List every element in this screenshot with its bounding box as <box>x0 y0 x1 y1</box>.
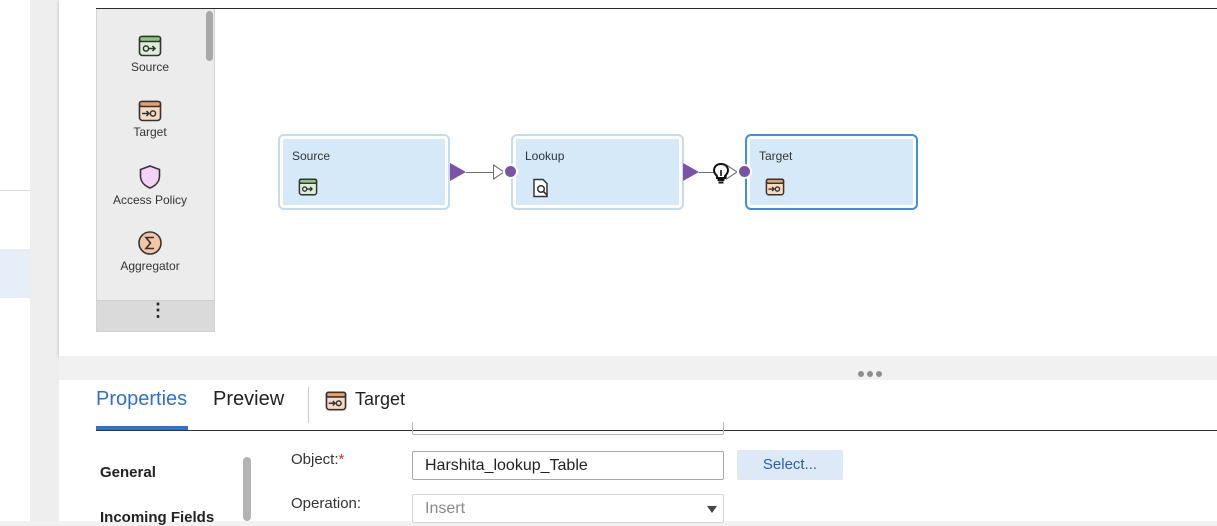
operation-label: Operation: <box>291 495 362 512</box>
palette-item-label: Access Policy <box>112 193 188 207</box>
node-lookup[interactable]: Lookup <box>511 134 684 210</box>
shield-icon <box>139 165 161 189</box>
lightbulb-icon[interactable] <box>711 162 731 184</box>
nav-incoming-fields[interactable]: Incoming Fields <box>100 509 214 526</box>
caret-down-icon <box>707 506 717 513</box>
gutter <box>30 0 59 521</box>
more-vertical-icon: ⋮ <box>149 300 167 320</box>
source-icon <box>298 178 318 196</box>
palette-item-label: Source <box>130 60 170 74</box>
previous-field[interactable] <box>412 422 724 435</box>
nav-general[interactable]: General <box>100 464 156 481</box>
node-source[interactable]: Source <box>278 134 450 210</box>
tab-separator <box>308 387 309 423</box>
select-object-button[interactable]: Select... <box>737 450 843 480</box>
nav-scrollbar[interactable] <box>243 457 251 521</box>
node-title: Source <box>292 149 331 163</box>
transformation-palette: Source Target Access Policy Aggregator ⋮ <box>96 9 215 332</box>
link-source-lookup <box>466 172 493 173</box>
object-label: Object:* <box>291 451 344 468</box>
palette-item-label: Aggregator <box>120 259 180 273</box>
source-output-port[interactable] <box>450 163 466 181</box>
node-title: Target <box>759 149 793 163</box>
palette-item-label: Target <box>133 125 167 139</box>
selected-object-name: Target <box>355 389 406 409</box>
tab-preview[interactable]: Preview <box>213 388 284 411</box>
lookup-input-port[interactable] <box>503 164 518 179</box>
operation-select[interactable]: Insert <box>412 494 724 523</box>
canvas-top-border <box>96 8 1217 9</box>
node-title: Lookup <box>525 149 565 163</box>
node-target[interactable]: Target <box>745 134 918 210</box>
target-icon <box>765 178 785 196</box>
palette-item-source[interactable]: Source <box>97 35 203 74</box>
operation-value: Insert <box>425 500 466 517</box>
lookup-icon <box>533 178 548 198</box>
target-icon <box>325 391 347 411</box>
target-input-port[interactable] <box>737 164 752 179</box>
lookup-output-port[interactable] <box>683 163 699 181</box>
palette-more-button[interactable]: ⋮ <box>97 300 214 331</box>
rail-active-item[interactable] <box>0 249 30 298</box>
palette-scrollbar[interactable] <box>206 11 213 61</box>
target-icon <box>138 100 162 122</box>
palette-item-access-policy[interactable]: Access Policy <box>97 164 203 207</box>
object-label-text: Object: <box>291 451 339 468</box>
object-field[interactable] <box>412 451 724 480</box>
source-icon <box>138 35 162 57</box>
panel-splitter[interactable] <box>59 356 1217 380</box>
rail-divider <box>0 190 30 191</box>
tab-properties[interactable]: Properties <box>96 388 187 411</box>
sigma-icon <box>138 231 162 255</box>
palette-item-target[interactable]: Target <box>97 100 203 139</box>
palette-item-aggregator[interactable]: Aggregator <box>97 230 203 273</box>
left-rail <box>0 0 30 521</box>
required-mark: * <box>338 451 345 468</box>
